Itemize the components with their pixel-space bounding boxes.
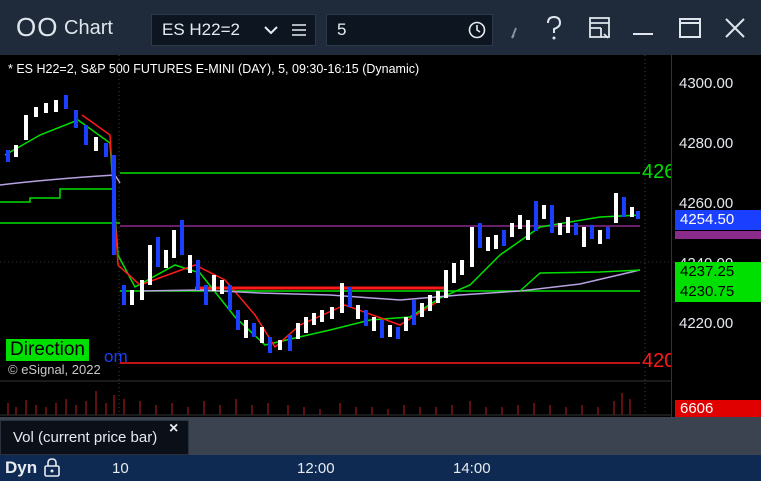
last-price-tag: 4254.50	[675, 210, 761, 230]
minimize-icon[interactable]	[630, 14, 656, 42]
time-tick: 12:00	[297, 460, 335, 477]
level-price-tag: 4230.75	[675, 282, 761, 302]
layout-icon[interactable]	[587, 14, 613, 42]
symbol-selector[interactable]: ES H22=2	[151, 14, 316, 46]
price-tick: 4220.00	[679, 315, 734, 332]
volume-tag: 6606	[675, 400, 761, 418]
pencil-icon[interactable]	[503, 14, 529, 42]
interval-value: 5	[337, 20, 347, 39]
green-ma-tail	[519, 269, 641, 292]
volume-popup-label: Vol (current price bar)	[13, 429, 158, 446]
purple-axis-marker	[675, 231, 761, 239]
left-purple-line	[0, 174, 121, 186]
app-icon: OO	[16, 12, 59, 42]
chart-legend: * ES H22=2, S&P 500 FUTURES E-MINI (DAY)…	[8, 62, 420, 76]
red-ma-line	[81, 114, 441, 349]
copyright: © eSignal, 2022	[8, 362, 101, 377]
study-label-fragment: om	[104, 347, 128, 366]
candles	[6, 95, 640, 353]
interval-selector[interactable]: 5	[326, 14, 493, 46]
chart-canvas	[0, 55, 671, 416]
chart-area[interactable]: 426 420	[0, 55, 675, 455]
direction-label[interactable]: Direction	[6, 339, 89, 361]
lock-icon[interactable]	[43, 457, 61, 477]
price-tick: 4280.00	[679, 135, 734, 152]
clock-icon[interactable]	[468, 21, 486, 39]
help-icon[interactable]	[541, 14, 567, 42]
menu-lines-icon[interactable]	[292, 24, 306, 36]
time-tick: 10	[112, 460, 129, 477]
symbol-value: ES H22=2	[162, 20, 240, 39]
close-icon[interactable]	[722, 14, 748, 42]
step-green-line	[0, 188, 115, 203]
window-title: Chart	[64, 17, 113, 39]
time-tick: 14:00	[453, 460, 491, 477]
chevron-down-icon[interactable]	[264, 23, 278, 37]
price-tick: 4300.00	[679, 75, 734, 92]
volume-popup[interactable]: Vol (current price bar)	[0, 420, 189, 455]
dynamic-mode-button[interactable]: Dyn	[5, 458, 37, 478]
volume-bars	[7, 391, 631, 415]
title-bar: OO Chart ES H22=2 5	[0, 0, 761, 55]
close-icon[interactable]: ×	[169, 420, 178, 438]
level-price-tag: 4237.25	[675, 262, 761, 282]
maximize-icon[interactable]	[677, 14, 703, 42]
